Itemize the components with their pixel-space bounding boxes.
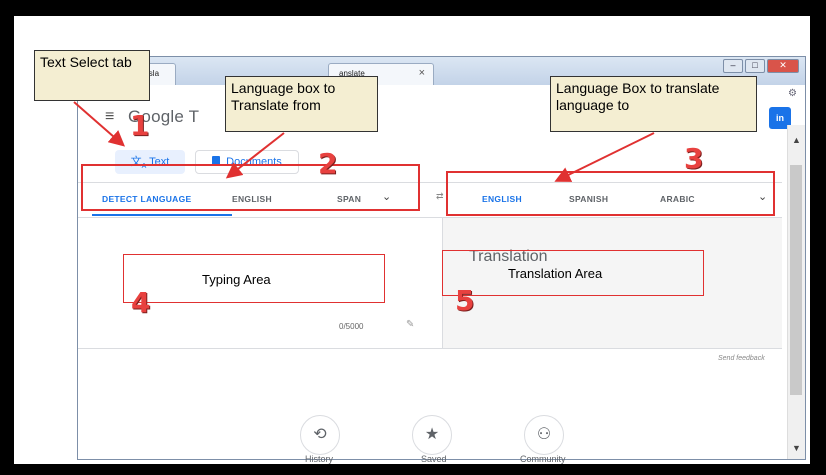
arrow-to-source-language [225, 132, 285, 179]
arrow-to-text-tab [73, 101, 126, 147]
screenshot-canvas: https://transla anslate × –□✕ ⚙ ≡ Google… [14, 16, 810, 464]
callout-arrows [73, 101, 655, 182]
arrow-to-target-language [554, 132, 655, 182]
